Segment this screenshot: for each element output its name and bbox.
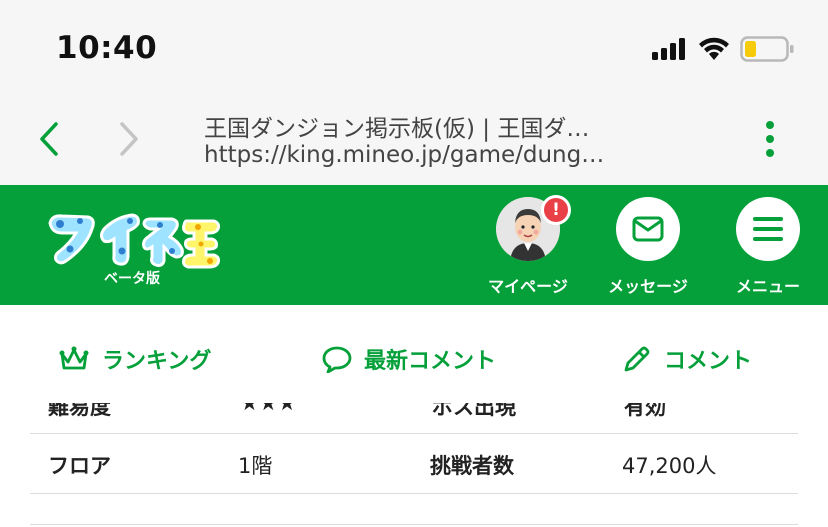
message-label[interactable]: メッセージ [608, 273, 688, 297]
table-row-partial: 難易度 ★★★ ボス出現 有効 [30, 403, 798, 434]
speech-bubble-icon [322, 346, 352, 373]
back-chevron-icon[interactable] [36, 120, 64, 158]
tab-ranking[interactable]: ランキング [58, 343, 211, 375]
tab-ranking-label: ランキング [102, 349, 212, 374]
table-row: フロア 1階 挑戦者数 47,200人 [30, 434, 798, 494]
status-bar: 10:40 [0, 0, 828, 92]
crown-icon [59, 346, 89, 370]
url-bar[interactable]: https://king.mineo.jp/game/dung… [204, 142, 604, 168]
battery-icon [740, 36, 794, 62]
menu-button[interactable] [736, 197, 800, 261]
pencil-icon [624, 346, 650, 372]
action-tabs: ランキング 最新コメント コメント [0, 305, 828, 403]
page-title[interactable]: 王国ダンジョン掲示板(仮) | 王国ダ… [204, 109, 589, 143]
forward-chevron-icon[interactable] [114, 120, 142, 158]
hamburger-menu-icon [753, 217, 783, 241]
table-cell: ボス出現 [432, 403, 516, 419]
notification-alert-icon: ! [541, 195, 571, 225]
signal-icon [652, 38, 685, 60]
tab-comment-label: コメント [664, 349, 753, 374]
menu-label[interactable]: メニュー [736, 273, 800, 297]
browser-toolbar: 王国ダンジョン掲示板(仮) | 王国ダ… https://king.mineo.… [0, 92, 828, 185]
divider [30, 524, 798, 525]
mypage-label[interactable]: マイページ [488, 273, 568, 297]
tab-latest-comments[interactable]: 最新コメント [322, 343, 496, 375]
table-cell: 難易度 [48, 403, 111, 419]
mineo-logo[interactable] [46, 207, 221, 269]
status-icons [652, 36, 794, 62]
envelope-icon [632, 216, 664, 242]
info-table: フロア 1階 挑戦者数 47,200人 [30, 434, 798, 494]
tab-latest-comments-label: 最新コメント [364, 349, 497, 374]
status-time: 10:40 [56, 30, 158, 66]
more-options-icon[interactable] [760, 120, 780, 160]
wifi-icon [699, 37, 729, 60]
floor-label: フロア [48, 454, 111, 478]
tab-comment[interactable]: コメント [622, 343, 752, 375]
table-cell: ★★★ [240, 403, 297, 415]
challengers-label: 挑戦者数 [430, 454, 514, 478]
floor-value: 1階 [238, 454, 273, 478]
challengers-value: 47,200人 [622, 454, 717, 478]
beta-label: ベータ版 [104, 271, 160, 287]
site-header: ベータ版 ! マイページ メッセージ メニュー [0, 185, 828, 305]
message-button[interactable] [616, 197, 680, 261]
table-cell: 有効 [624, 403, 666, 419]
